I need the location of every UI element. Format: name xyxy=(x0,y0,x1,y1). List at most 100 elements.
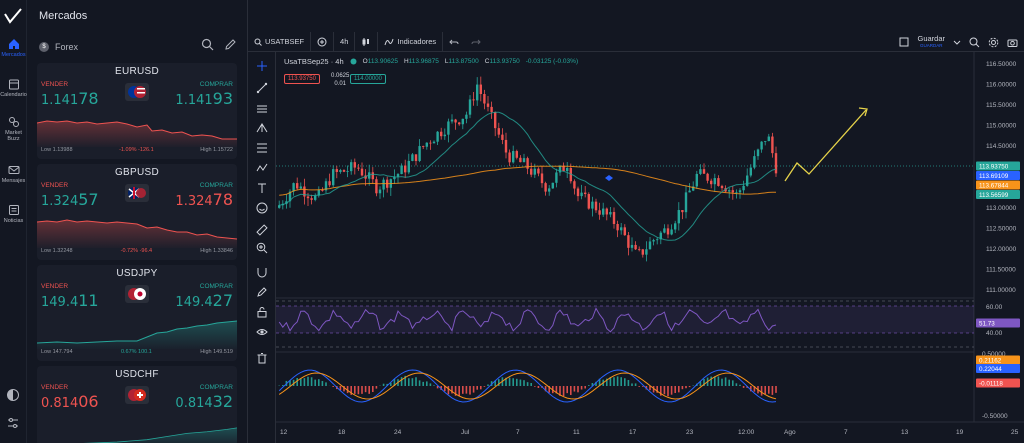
pattern-icon[interactable] xyxy=(256,162,268,174)
save-button[interactable]: Guardar GUARDAR xyxy=(917,35,945,49)
search-icon[interactable] xyxy=(201,38,214,51)
lock-icon[interactable] xyxy=(256,306,268,318)
pencil-lock-icon[interactable] xyxy=(256,286,268,298)
candle-body xyxy=(602,208,605,215)
candle-body xyxy=(533,168,536,175)
buy-label: COMPRAR xyxy=(199,81,233,88)
candle-body xyxy=(472,99,475,101)
emoji-icon[interactable] xyxy=(256,202,268,214)
buy-price[interactable]: 1.32478 xyxy=(175,190,233,209)
buy-price-main: 1.141 xyxy=(175,93,213,108)
gear-icon[interactable] xyxy=(988,37,999,48)
macd-bar xyxy=(354,386,356,394)
price-tag-label: 113.56599 xyxy=(979,192,1009,199)
candle-body xyxy=(620,227,623,231)
candle-body xyxy=(332,169,335,186)
buy-price[interactable]: 1.14193 xyxy=(175,89,233,108)
text-icon[interactable] xyxy=(256,182,268,194)
news-icon xyxy=(8,205,19,215)
undo-button[interactable] xyxy=(443,32,465,52)
interval-button[interactable]: 4h xyxy=(334,31,356,52)
macd-bar xyxy=(418,380,421,386)
price-tick: 116.00000 xyxy=(986,82,1017,89)
macd-bar xyxy=(764,386,766,395)
nav-item-calendario[interactable]: Calendario xyxy=(0,78,27,98)
price-chart[interactable]: 116.50000 116.00000 115.50000 115.00000 114.… xyxy=(276,52,1024,443)
redo-button[interactable] xyxy=(465,32,487,52)
macd-bar xyxy=(296,378,298,386)
macd-bar xyxy=(375,386,378,389)
market-card-usdchf[interactable]: USDCHF VENDER COMPRAR 0.81406 0.81432 xyxy=(37,366,237,443)
candle-body xyxy=(407,160,410,173)
candle-body xyxy=(566,167,569,172)
market-card-usdjpy[interactable]: USDJPY VENDER COMPRAR 149.411 149.427 Lo… xyxy=(37,265,237,361)
alert-marker[interactable] xyxy=(605,175,613,181)
card-symbol: EURUSD xyxy=(114,66,160,77)
search-icon[interactable] xyxy=(969,37,980,48)
buy-price[interactable]: 0.81432 xyxy=(175,392,233,411)
price-tag-label: 113.67844 xyxy=(979,182,1009,189)
macd-bar xyxy=(433,385,435,386)
sell-price[interactable]: 0.81406 xyxy=(41,392,99,411)
chevron-down-icon[interactable] xyxy=(953,38,961,46)
trendline-icon[interactable] xyxy=(256,82,268,94)
macd-bar xyxy=(357,386,360,395)
zoom-in-icon[interactable] xyxy=(256,242,268,254)
category-selector[interactable]: $ Forex xyxy=(39,40,78,54)
nav-label: Mercados xyxy=(1,52,26,58)
market-card-gbpusd[interactable]: GBPUSD VENDER COMPRAR 1.32457 1.32478 Lo… xyxy=(37,164,237,260)
layout-square-icon[interactable] xyxy=(899,37,909,47)
compare-button[interactable] xyxy=(311,31,335,52)
sell-label: VENDER xyxy=(41,81,69,88)
magnet-icon[interactable] xyxy=(256,266,268,278)
nav-item-mercados[interactable]: Mercados xyxy=(0,38,27,58)
buy-price-pips: 93 xyxy=(212,89,233,108)
macd-bar xyxy=(685,386,687,389)
eye-icon[interactable] xyxy=(256,326,268,338)
price-tick: 112.00000 xyxy=(986,246,1017,253)
symbol-search[interactable]: USATBSEF xyxy=(248,31,312,52)
edit-pencil-icon[interactable] xyxy=(224,38,237,51)
macd-bar xyxy=(613,377,615,386)
nav-item-noticias[interactable]: Noticias xyxy=(0,204,27,224)
sell-price-main: 1.324 xyxy=(41,194,79,209)
mini-chart-usdchf xyxy=(82,427,237,443)
pitchfork-icon[interactable] xyxy=(256,122,268,134)
sell-price[interactable]: 1.32457 xyxy=(41,190,99,209)
trash-icon[interactable] xyxy=(256,352,268,364)
chart-type-button[interactable] xyxy=(355,31,379,52)
buy-price[interactable]: 149.427 xyxy=(175,291,233,310)
crosshair-icon[interactable] xyxy=(256,60,268,72)
candle-body xyxy=(616,223,619,231)
macd-bar xyxy=(382,383,385,386)
day-high: High 1.15722 xyxy=(200,147,233,153)
horizontal-line-icon[interactable] xyxy=(256,102,268,114)
candle-body xyxy=(436,131,439,142)
sell-price[interactable]: 1.14178 xyxy=(41,89,99,108)
nav-item-market-buzz[interactable]: Market Buzz xyxy=(0,116,27,142)
projection-drawing[interactable] xyxy=(784,109,867,182)
candle-body xyxy=(508,152,511,163)
candle-body xyxy=(447,121,450,135)
theme-toggle-icon[interactable] xyxy=(6,388,20,402)
fib-icon[interactable] xyxy=(256,142,268,154)
time-axis[interactable]: 12 18 24 Jul 7 11 17 23 12:00 Ago 7 13 19 25 xyxy=(280,429,1019,436)
macd-bar xyxy=(526,382,529,386)
nav-item-mensajes[interactable]: Mensajes xyxy=(0,164,27,184)
macd-bar xyxy=(735,383,738,386)
macd-bar xyxy=(627,379,630,386)
market-card-eurusd[interactable]: EURUSD VENDER COMPRAR 1.14178 1.14193 Lo… xyxy=(37,63,237,159)
sell-price[interactable]: 149.411 xyxy=(41,291,99,310)
settings-sliders-icon[interactable] xyxy=(6,416,20,430)
price-tag-label: 0.22044 xyxy=(979,366,1002,373)
indicators-button[interactable]: Indicadores xyxy=(378,31,444,52)
sell-price-main: 149.4 xyxy=(41,295,79,310)
candles-icon xyxy=(362,37,370,46)
day-change: -0.72% -96.4 xyxy=(120,248,153,254)
price-tag-label: 0.21162 xyxy=(979,357,1002,364)
macd-bar xyxy=(426,381,428,386)
macd-bar xyxy=(588,385,590,386)
ruler-icon[interactable] xyxy=(256,224,268,236)
camera-icon[interactable] xyxy=(1007,37,1018,48)
candle-body xyxy=(666,228,670,235)
